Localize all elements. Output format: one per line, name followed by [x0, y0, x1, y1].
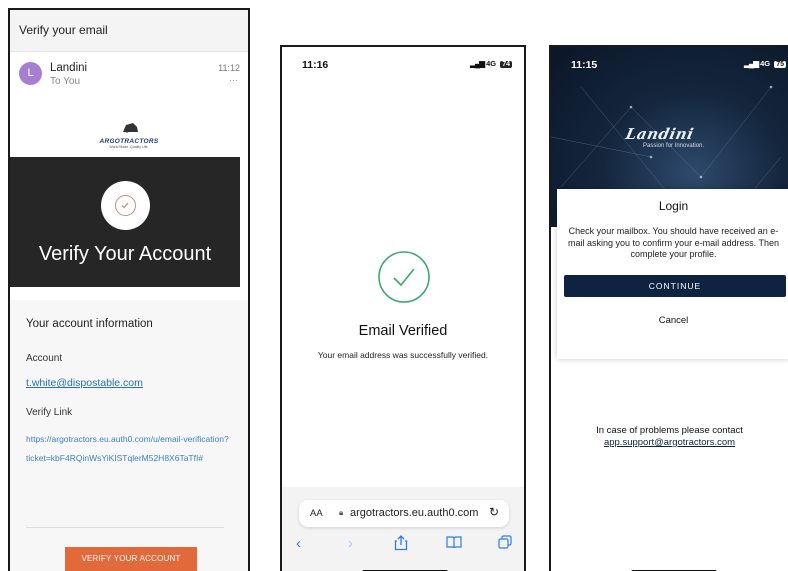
back-icon[interactable]: ‹: [296, 535, 301, 552]
email-subject: Verify your email: [10, 10, 248, 52]
reload-icon[interactable]: ↻: [489, 505, 499, 519]
verify-banner: Verify Your Account: [10, 157, 240, 287]
more-options-icon[interactable]: ···: [229, 75, 238, 85]
network-label: 4G: [760, 59, 771, 68]
browser-toolbar: AA 🔒︎ argotractors.eu.auth0.com ↻ ‹ ›: [282, 487, 524, 571]
network-label: 4G: [486, 59, 497, 68]
sender-name: Landini: [50, 62, 88, 74]
url-text[interactable]: argotractors.eu.auth0.com: [350, 507, 478, 519]
email-time: 11:12: [218, 63, 240, 73]
signal-icon: ▂▄▆: [744, 59, 759, 68]
status-indicators: ▂▄▆ 4G 75: [744, 59, 786, 68]
recipient-label: To You: [50, 76, 81, 87]
landini-logo: Landini: [624, 125, 696, 143]
argotractors-logo: ARGOTRACTORS World Made. Quality Life.: [10, 120, 248, 149]
tractor-logo-icon: [123, 123, 138, 133]
lock-icon: 🔒︎: [339, 508, 344, 517]
logo-tagline: World Made. Quality Life.: [109, 145, 149, 149]
continue-button[interactable]: CONTINUE: [564, 275, 786, 297]
check-badge: [101, 181, 150, 230]
status-indicators: ▂▄▆ 4G 74: [470, 59, 512, 68]
verified-message: Your email address was successfully veri…: [317, 350, 489, 360]
forward-icon[interactable]: ›: [348, 535, 353, 552]
verify-link-label: Verify Link: [26, 407, 73, 418]
section-title: Your account information: [26, 318, 153, 330]
success-check-icon: [378, 251, 430, 303]
status-time: 11:15: [571, 59, 598, 71]
email-client-panel: Verify your email L Landini To You 11:12…: [8, 8, 250, 571]
login-dialog: Login Check your mailbox. You should hav…: [557, 189, 788, 359]
signal-icon: ▂▄▆: [470, 59, 485, 68]
account-email-link[interactable]: t.white@dispostable.com: [26, 377, 143, 389]
battery-icon: 74: [500, 61, 512, 68]
tabs-icon[interactable]: [498, 535, 512, 553]
check-ring-icon: [115, 195, 136, 216]
email-body: Your account information Account t.white…: [10, 300, 248, 571]
cancel-button[interactable]: Cancel: [557, 315, 788, 326]
account-label: Account: [26, 353, 63, 364]
dialog-message: Check your mailbox. You should have rece…: [568, 226, 779, 259]
text-size-button[interactable]: AA: [310, 508, 323, 519]
verified-title: Email Verified: [358, 323, 448, 339]
address-bar[interactable]: AA 🔒︎ argotractors.eu.auth0.com ↻: [299, 500, 509, 527]
battery-icon: 75: [774, 61, 786, 68]
sender-avatar: L: [19, 62, 42, 85]
verify-account-button[interactable]: VERIFY YOUR ACCOUNT: [65, 547, 197, 571]
help-section: In case of problems please contact app.s…: [551, 425, 788, 449]
divider: [26, 527, 224, 528]
banner-title: Verify Your Account: [38, 243, 212, 265]
share-icon[interactable]: [394, 535, 408, 555]
landini-login-phone: 11:15 ▂▄▆ 4G 75 Landini Passion for Inno…: [549, 45, 788, 571]
verify-url-link[interactable]: https://argotractors.eu.auth0.com/u/emai…: [26, 430, 231, 468]
sender-row: L Landini To You 11:12 ···: [19, 60, 240, 94]
support-email-link[interactable]: app.support@argotractors.com: [551, 437, 788, 449]
dialog-title: Login: [658, 199, 689, 213]
email-verified-phone: 11:16 ▂▄▆ 4G 74 Email Verified Your emai…: [280, 45, 526, 571]
landini-tagline: Passion for Innovation.: [643, 143, 705, 149]
logo-brand-text: ARGOTRACTORS: [99, 138, 159, 145]
bookmarks-icon[interactable]: [446, 535, 462, 553]
browser-nav: ‹ ›: [282, 535, 524, 557]
help-text: In case of problems please contact: [596, 425, 743, 436]
status-time: 11:16: [302, 59, 329, 71]
